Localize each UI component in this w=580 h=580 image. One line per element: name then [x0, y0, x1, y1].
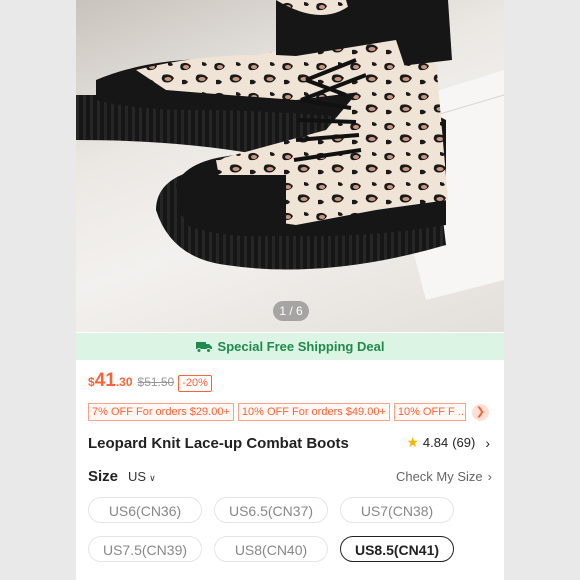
- coupon-tag[interactable]: 10% OFF For orders $49.00+: [237, 403, 390, 421]
- chevron-down-icon: ∨: [149, 472, 156, 483]
- shipping-banner[interactable]: Special Free Shipping Deal: [76, 333, 504, 360]
- size-header: Size US ∨ Check My Size ›: [88, 466, 492, 486]
- rating-score: 4.84: [422, 435, 449, 450]
- size-option[interactable]: US6.5(CN37): [214, 497, 328, 523]
- chevron-right-icon: ›: [487, 468, 492, 484]
- chevron-right-icon[interactable]: ❯: [471, 403, 489, 421]
- product-image-gallery[interactable]: 1 / 6: [76, 0, 504, 332]
- image-counter: 1 / 6: [273, 301, 309, 321]
- shipping-label: Special Free Shipping Deal: [217, 339, 385, 354]
- size-options: US6(CN36) US6.5(CN37) US7(CN38) US7.5(CN…: [88, 497, 492, 562]
- original-price: $51.50: [137, 375, 175, 389]
- size-option[interactable]: US7.5(CN39): [88, 536, 202, 562]
- size-unit-select[interactable]: US ∨: [128, 469, 156, 484]
- coupon-strip[interactable]: 7% OFF For orders $29.00+ 10% OFF For or…: [88, 403, 496, 421]
- price-decimal: .30: [115, 375, 133, 389]
- size-label: Size: [88, 467, 119, 485]
- size-option[interactable]: US7(CN38): [340, 497, 454, 523]
- rating-count: (69): [452, 435, 476, 450]
- check-my-size-link[interactable]: Check My Size ›: [396, 469, 492, 484]
- product-page: 1 / 6 Special Free Shipping Deal $41.30 …: [76, 0, 504, 580]
- price-currency: $: [88, 375, 95, 389]
- current-price: $41.30: [88, 370, 133, 392]
- coupon-tag[interactable]: 10% OFF F ...: [393, 403, 466, 421]
- size-unit-value: US: [128, 468, 147, 484]
- size-option[interactable]: US8(CN40): [214, 536, 328, 562]
- star-icon: ★: [406, 434, 419, 450]
- discount-badge: -20%: [178, 374, 212, 392]
- truck-icon: [195, 341, 212, 353]
- price-row: $41.30 $51.50 -20%: [88, 370, 212, 396]
- check-my-size-label: Check My Size: [395, 468, 483, 484]
- coupon-tag[interactable]: 7% OFF For orders $29.00+: [88, 403, 234, 421]
- boot-image: [76, 0, 504, 300]
- price-integer: 41: [94, 370, 116, 391]
- rating-summary[interactable]: ★ 4.84 (69) ›: [406, 434, 490, 451]
- product-title: Leopard Knit Lace-up Combat Boots: [88, 435, 349, 452]
- size-option-selected[interactable]: US8.5(CN41): [340, 536, 454, 562]
- chevron-right-icon: ›: [485, 434, 490, 451]
- size-option[interactable]: US6(CN36): [88, 497, 202, 523]
